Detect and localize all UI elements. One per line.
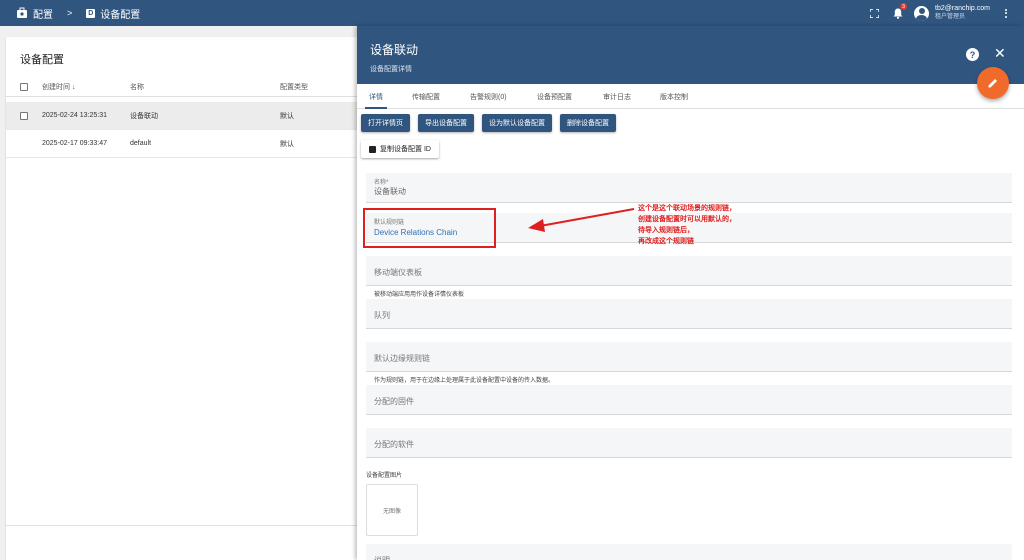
name-field[interactable]: 名称* 设备联动 bbox=[366, 173, 1012, 203]
description-field[interactable]: 说明 bbox=[366, 544, 1012, 560]
breadcrumb-separator: > bbox=[67, 8, 73, 18]
mobile-dashboard-hint: 被移动端应用用作设备详情仪表板 bbox=[374, 292, 465, 298]
user-email: tb2@ranchip.com bbox=[935, 5, 990, 12]
open-details-button[interactable]: 打开详情页 bbox=[361, 114, 410, 132]
tab-version-control[interactable]: 版本控制 bbox=[660, 84, 688, 109]
device-profile-icon: D bbox=[86, 8, 96, 18]
breadcrumb: 配置 > D 设备配置 bbox=[16, 6, 140, 21]
software-field[interactable]: 分配的软件 bbox=[366, 428, 1012, 458]
name-field-label: 名称* bbox=[374, 180, 389, 186]
fullscreen-button[interactable] bbox=[862, 0, 886, 26]
tab-alarm-rules[interactable]: 告警规则(0) bbox=[470, 84, 507, 109]
table-title: 设备配置 bbox=[20, 54, 64, 66]
column-name[interactable]: 名称 bbox=[130, 82, 144, 92]
description-label: 说明 bbox=[374, 555, 390, 560]
fullscreen-icon bbox=[869, 8, 879, 18]
top-app-bar: 配置 > D 设备配置 3 tb2@ranchip.com 租户管理员 bbox=[0, 0, 1024, 26]
delete-profile-button[interactable]: 删除设备配置 bbox=[560, 114, 616, 132]
export-profile-button[interactable]: 导出设备配置 bbox=[418, 114, 474, 132]
help-icon[interactable]: ? bbox=[966, 48, 979, 61]
tab-audit-logs[interactable]: 审计日志 bbox=[603, 84, 631, 109]
annotation-line: 待导入规则链后， bbox=[638, 227, 694, 234]
table-row[interactable]: 2025-02-17 09:33:47 default 默认 bbox=[6, 130, 357, 158]
row-name: 设备联动 bbox=[130, 112, 158, 120]
set-default-button[interactable]: 设为默认设备配置 bbox=[482, 114, 552, 132]
device-profile-details-drawer: 设备联动 设备配置详情 ? ✕ 详情 传输配置 告警规则(0) 设备预配置 审计… bbox=[357, 26, 1024, 560]
column-profile-type[interactable]: 配置类型 bbox=[280, 82, 308, 92]
account-icon bbox=[914, 5, 930, 21]
table-header: 创建时间 ↓ 名称 配置类型 bbox=[6, 77, 357, 97]
select-all-checkbox[interactable] bbox=[20, 82, 28, 91]
breadcrumb-current: 设备配置 bbox=[100, 9, 141, 21]
highlight-box bbox=[363, 208, 496, 248]
row-created-time: 2025-02-24 13:25:31 bbox=[42, 112, 107, 119]
mobile-dashboard-placeholder: 移动端仪表板 bbox=[374, 268, 422, 277]
drawer-subtitle: 设备配置详情 bbox=[370, 66, 412, 73]
row-name: default bbox=[130, 140, 152, 147]
user-role: 租户管理员 bbox=[935, 14, 966, 20]
copy-id-label: 复制设备配置 ID bbox=[380, 146, 431, 153]
column-created-time[interactable]: 创建时间 ↓ bbox=[42, 82, 75, 92]
copy-id-button[interactable]: 复制设备配置 ID bbox=[361, 140, 439, 158]
row-created-time: 2025-02-17 09:33:47 bbox=[42, 140, 107, 147]
table-row[interactable]: 2025-02-24 13:25:31 设备联动 默认 bbox=[6, 102, 357, 130]
queue-placeholder: 队列 bbox=[374, 311, 390, 320]
annotation-line: 再改成这个规则链 bbox=[638, 238, 694, 245]
settings-briefcase-icon bbox=[17, 7, 27, 18]
software-placeholder: 分配的软件 bbox=[374, 440, 414, 449]
tab-transport[interactable]: 传输配置 bbox=[412, 84, 440, 109]
annotation-line: 创建设备配置时可以用默认的， bbox=[638, 216, 736, 223]
row-type: 默认 bbox=[280, 140, 294, 148]
queue-field[interactable]: 队列 bbox=[366, 299, 1012, 329]
profile-image-dropzone[interactable]: 无图像 bbox=[366, 484, 418, 536]
firmware-placeholder: 分配的固件 bbox=[374, 397, 414, 406]
annotation-line: 这个是这个联动场景的规则链， bbox=[638, 205, 736, 212]
name-field-value: 设备联动 bbox=[374, 187, 406, 196]
notification-badge: 3 bbox=[900, 3, 908, 10]
profile-image-label: 设备配置图片 bbox=[366, 473, 403, 479]
annotation-text: 这个是这个联动场景的规则链， 创建设备配置时可以用默认的， 待导入规则链后， 再… bbox=[638, 203, 736, 247]
drawer-header: 设备联动 设备配置详情 ? ✕ bbox=[357, 26, 1024, 84]
copy-icon bbox=[369, 145, 376, 153]
tab-provisioning[interactable]: 设备预配置 bbox=[537, 84, 572, 109]
edge-rule-chain-field[interactable]: 默认边缘规则链 bbox=[366, 342, 1012, 372]
close-icon[interactable]: ✕ bbox=[994, 46, 1006, 60]
row-checkbox[interactable] bbox=[20, 111, 28, 120]
edge-rule-chain-placeholder: 默认边缘规则链 bbox=[374, 354, 430, 363]
user-menu[interactable]: tb2@ranchip.com 租户管理员 bbox=[914, 4, 990, 22]
notifications-button[interactable]: 3 bbox=[886, 0, 910, 26]
table-footer-divider bbox=[6, 525, 357, 526]
no-image-text: 无图像 bbox=[382, 508, 401, 515]
more-vert-icon[interactable] bbox=[998, 8, 1014, 18]
breadcrumb-root[interactable]: 配置 bbox=[33, 6, 53, 21]
edge-rule-chain-hint: 作为规则链，用于在边缘上处理属于此设备配置中设备的传入数据。 bbox=[374, 378, 555, 384]
row-type: 默认 bbox=[280, 112, 294, 120]
firmware-field[interactable]: 分配的固件 bbox=[366, 385, 1012, 415]
drawer-tabs: 详情 传输配置 告警规则(0) 设备预配置 审计日志 版本控制 bbox=[357, 84, 1024, 109]
action-buttons: 打开详情页 导出设备配置 设为默认设备配置 删除设备配置 bbox=[361, 114, 616, 132]
drawer-title: 设备联动 bbox=[370, 43, 419, 57]
device-profiles-table: 设备配置 创建时间 ↓ 名称 配置类型 2025-02-24 13:25:31 … bbox=[6, 37, 357, 560]
mobile-dashboard-field[interactable]: 移动端仪表板 bbox=[366, 256, 1012, 286]
tab-details[interactable]: 详情 bbox=[365, 84, 387, 109]
